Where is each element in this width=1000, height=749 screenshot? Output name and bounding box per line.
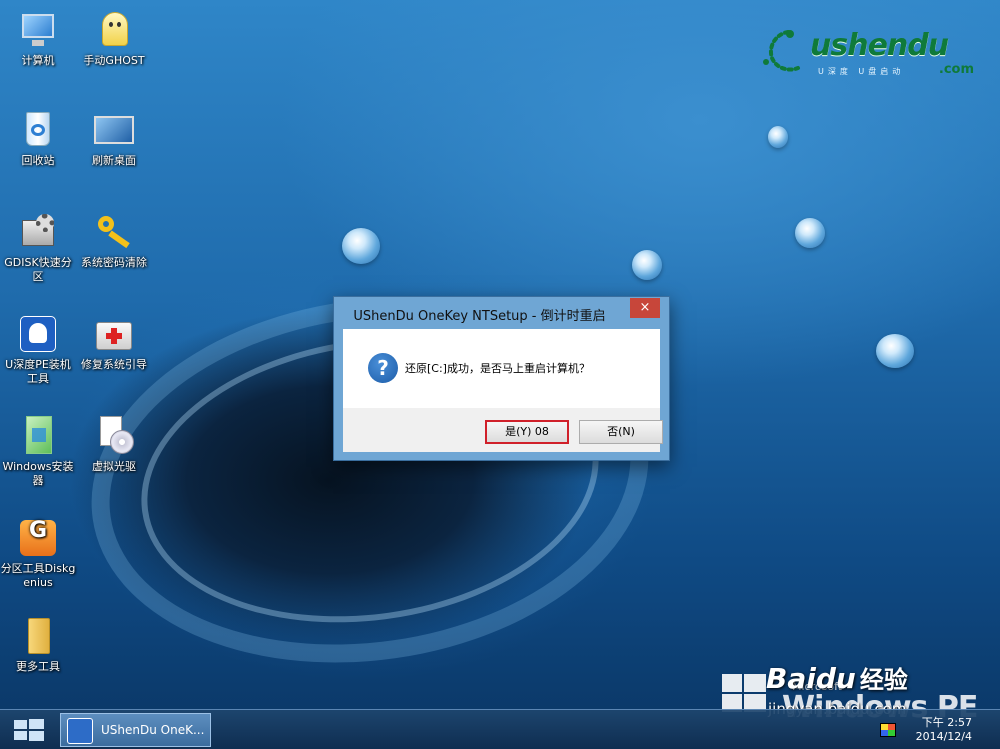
desktop-icon-label: 修复系统引导 (81, 358, 147, 371)
ushendu-logo: ushendu U深度 U盘启动 .com (758, 22, 988, 82)
logo-dotcom: .com (938, 62, 974, 77)
water-drop (768, 126, 788, 148)
desktop-icon-label: GDISK快速分区 (4, 256, 72, 283)
desktop-icon-ghost[interactable]: 手动GHOST (76, 10, 152, 68)
question-icon: ? (368, 353, 398, 383)
water-drop (342, 228, 380, 264)
windows-logo-icon (14, 720, 27, 729)
water-drop (795, 218, 825, 248)
taskbar-item-ushendu[interactable]: UShenDu OneK... (60, 713, 211, 747)
yes-button[interactable]: 是(Y) 08 (485, 420, 569, 444)
virtual-drive-icon (94, 416, 134, 456)
logo-brand: ushendu (810, 28, 949, 63)
restart-countdown-dialog: UShenDu OneKey NTSetup - 倒计时重启 × ? 还原[C:… (333, 296, 670, 461)
dialog-body: ? 还原[C:]成功，是否马上重启计算机？ 是(Y) 08 否(N) (343, 329, 663, 452)
key-icon (94, 212, 134, 252)
close-button[interactable]: × (630, 298, 660, 318)
baidu-label: Baidu (766, 662, 856, 695)
desktop-icon-diskgenius[interactable]: G 分区工具Diskgenius (0, 518, 76, 590)
desktop-icon-label: Windows安装器 (2, 460, 74, 487)
desktop-icon-windows-installer[interactable]: Windows安装器 (0, 416, 76, 488)
desktop-icon-computer[interactable]: 计算机 (0, 10, 76, 68)
taskbar-item-label: UShenDu OneK... (101, 723, 205, 737)
ushendu-pe-icon (18, 314, 58, 354)
dialog-message-area: ? 还原[C:]成功，是否马上重启计算机？ (343, 329, 660, 408)
refresh-desktop-icon (94, 110, 134, 150)
folder-icon (18, 616, 58, 656)
desktop-icon-recycle-bin[interactable]: 回收站 (0, 110, 76, 168)
taskbar: UShenDu OneK... (0, 709, 1000, 749)
desktop-icon-refresh-desktop[interactable]: 刷新桌面 (76, 110, 152, 168)
water-drop (876, 334, 914, 368)
desktop-icon-label: 计算机 (21, 54, 55, 67)
desktop-icon-more-tools[interactable]: 更多工具 (0, 616, 76, 674)
desktop-icon-label: 手动GHOST (83, 54, 145, 67)
windows-logo-icon (722, 674, 766, 714)
clock-date: 2014/12/4 (915, 730, 972, 743)
desktop-icon-label: 分区工具Diskgenius (0, 562, 76, 589)
clock-time: 下午 2:57 (921, 716, 972, 729)
desktop-icon-gdisk[interactable]: GDISK快速分区 (0, 212, 76, 284)
no-button[interactable]: 否(N) (579, 420, 663, 444)
windows-installer-icon (18, 416, 58, 456)
desktop-icon-repair-boot[interactable]: 修复系统引导 (76, 314, 152, 372)
gdisk-icon (18, 212, 58, 252)
desktop-icon-label: 虚拟光驱 (92, 460, 136, 473)
desktop-icon-label: U深度PE装机工具 (5, 358, 71, 385)
computer-icon (18, 10, 58, 50)
desktop-icon-ushendu-pe[interactable]: U深度PE装机工具 (0, 314, 76, 386)
water-drop (632, 250, 662, 280)
repair-kit-icon (94, 314, 134, 354)
system-clock[interactable]: 下午 2:57 2014/12/4 (916, 716, 972, 744)
jingyan-label: 经验 (859, 666, 908, 694)
recycle-bin-icon (18, 110, 58, 150)
dialog-message: 还原[C:]成功，是否马上重启计算机？ (405, 362, 590, 375)
start-button[interactable] (8, 715, 50, 745)
dialog-button-row: 是(Y) 08 否(N) (343, 408, 663, 452)
desktop-icon-label: 更多工具 (16, 660, 60, 673)
dialog-title: UShenDu OneKey NTSetup - 倒计时重启 (353, 309, 606, 324)
desktop-icon-password-clear[interactable]: 系统密码清除 (76, 212, 152, 270)
ushendu-app-icon (67, 718, 93, 744)
desktop-icon-label: 回收站 (21, 154, 55, 167)
diskgenius-icon: G (18, 518, 58, 558)
ushendu-logo-mark (763, 30, 800, 72)
baidu-watermark: Baidu 经验 (766, 660, 908, 695)
logo-tagline: U深度 U盘启动 (818, 67, 905, 76)
dialog-titlebar[interactable]: UShenDu OneKey NTSetup - 倒计时重启 × (334, 297, 669, 329)
ghost-icon (94, 10, 134, 50)
desktop-icon-virtual-drive[interactable]: 虚拟光驱 (76, 416, 152, 474)
desktop-icon-label: 系统密码清除 (81, 256, 147, 269)
tray-color-icon[interactable] (880, 723, 896, 737)
desktop-icon-label: 刷新桌面 (92, 154, 136, 167)
